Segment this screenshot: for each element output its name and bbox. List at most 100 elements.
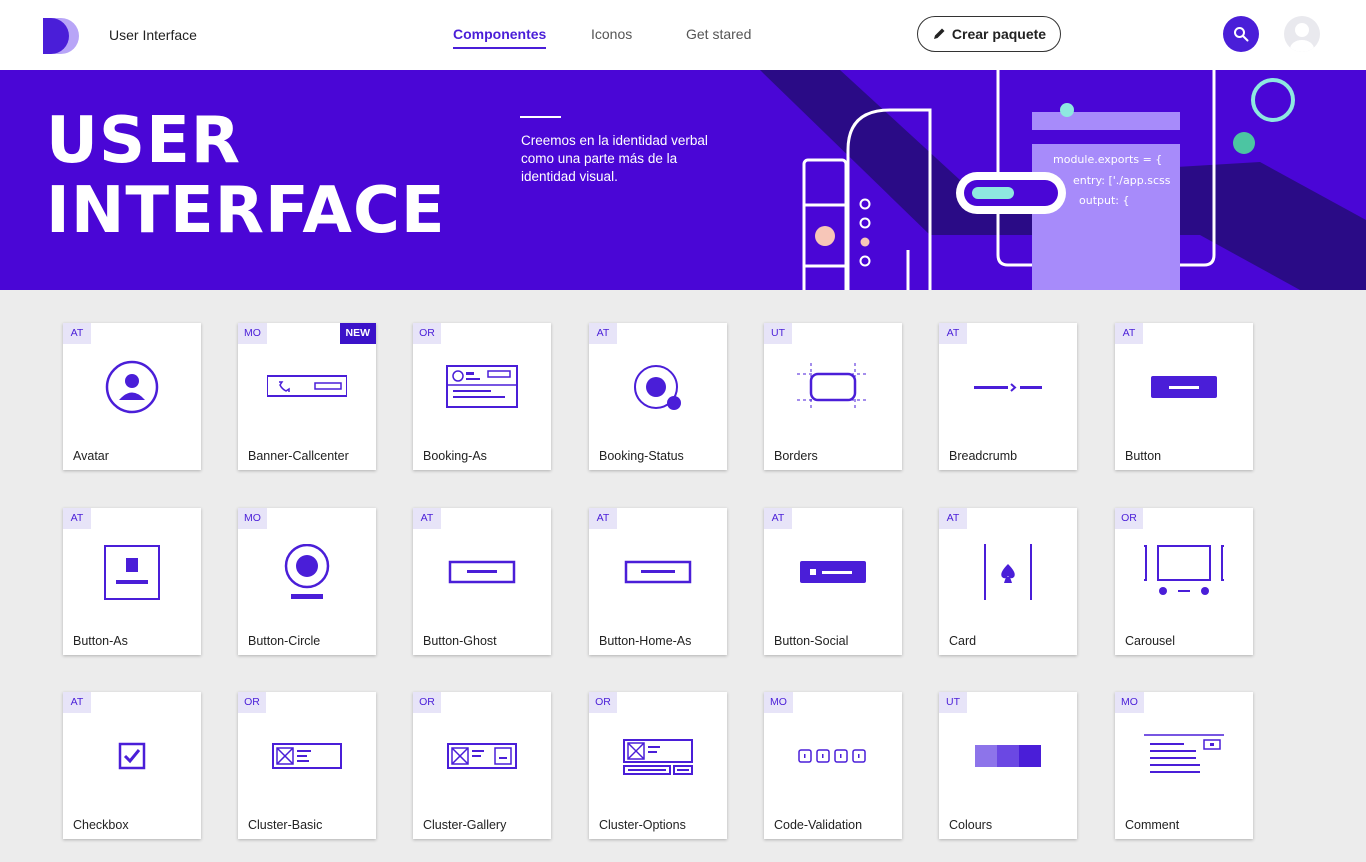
component-name: Cluster-Basic (248, 818, 323, 832)
cluster-gallery-icon (447, 743, 517, 769)
card-icon (984, 544, 1032, 600)
component-card-button[interactable]: AT Button (1115, 323, 1253, 470)
component-name: Cluster-Options (599, 818, 686, 832)
category-tag: AT (413, 508, 441, 529)
breadcrumb-icon (974, 383, 1042, 392)
component-name: Avatar (73, 449, 109, 463)
category-tag: OR (589, 692, 617, 713)
component-name: Card (949, 634, 977, 648)
borders-icon (797, 363, 869, 411)
nav-tab-label: Componentes (453, 26, 547, 42)
component-card-borders[interactable]: UT Borders (764, 323, 902, 470)
button-social-icon (800, 561, 866, 583)
category-tag: AT (63, 508, 91, 529)
component-card-comment[interactable]: MO Comment (1115, 692, 1253, 839)
category-tag: UT (939, 692, 967, 713)
app-title: User Interface (109, 27, 197, 43)
category-tag: MO (1115, 692, 1144, 713)
category-tag: AT (589, 323, 617, 344)
component-name: Button (1125, 449, 1162, 463)
component-name: Button-Circle (248, 634, 321, 648)
booking-status-icon (634, 365, 681, 410)
cluster-options-icon (623, 739, 693, 775)
category-tag: MO (238, 323, 267, 344)
component-card-colours[interactable]: UT Colours (939, 692, 1077, 839)
button-home-as-icon (624, 560, 692, 584)
create-package-button[interactable]: Crear paquete (917, 16, 1061, 52)
component-card-button-ghost[interactable]: AT Button-Ghost (413, 508, 551, 655)
avatar-icon (105, 360, 159, 414)
component-name: Button-Ghost (423, 634, 497, 648)
component-card-button-as[interactable]: AT Button-As (63, 508, 201, 655)
category-tag: OR (413, 692, 441, 713)
component-name: Colours (949, 818, 993, 832)
category-tag: UT (764, 323, 792, 344)
component-card-cluster-options[interactable]: OR Cluster-Options (589, 692, 727, 839)
category-tag: AT (1115, 323, 1143, 344)
nav-tab-iconos[interactable]: Iconos (591, 26, 632, 42)
carousel-icon (1144, 545, 1224, 595)
component-card-avatar[interactable]: AT Avatar (63, 323, 201, 470)
nav-tab-componentes[interactable]: Componentes (453, 26, 547, 49)
category-tag: MO (764, 692, 793, 713)
component-card-code-validation[interactable]: MO Code-Validation (764, 692, 902, 839)
component-card-carousel[interactable]: OR Carousel (1115, 508, 1253, 655)
category-tag: OR (413, 323, 441, 344)
component-name: Booking-As (423, 449, 487, 463)
component-card-card[interactable]: AT Card (939, 508, 1077, 655)
search-button[interactable] (1223, 16, 1259, 52)
category-tag: AT (939, 508, 967, 529)
hero-title-line: INTERFACE (46, 174, 446, 248)
booking-as-icon (446, 365, 518, 408)
pencil-icon (933, 28, 945, 39)
banner-callcenter-icon (267, 375, 347, 397)
component-name: Button-As (73, 634, 128, 648)
checkbox-icon (118, 742, 146, 770)
hero-divider (520, 116, 561, 118)
user-avatar[interactable] (1284, 16, 1320, 52)
component-card-button-home-as[interactable]: AT Button-Home-As (589, 508, 727, 655)
component-card-button-social[interactable]: AT Button-Social (764, 508, 902, 655)
comment-icon (1144, 734, 1224, 773)
cluster-basic-icon (272, 743, 342, 769)
category-tag: AT (63, 323, 91, 344)
category-tag: AT (764, 508, 792, 529)
button-circle-icon (284, 544, 330, 599)
component-card-banner-callcenter[interactable]: MO NEW Banner-Callcenter (238, 323, 376, 470)
component-card-booking-status[interactable]: AT Booking-Status (589, 323, 727, 470)
nav-tab-get-started[interactable]: Get stared (686, 26, 751, 42)
hero-title: USER INTERFACE (46, 106, 446, 246)
button-icon (1151, 376, 1217, 398)
category-tag: AT (589, 508, 617, 529)
component-card-cluster-gallery[interactable]: OR Cluster-Gallery (413, 692, 551, 839)
hero-banner: module.exports = { entry: ['./app.scss o… (0, 70, 1366, 290)
component-name: Borders (774, 449, 818, 463)
hero-description: Creemos en la identidad verbal como una … (521, 133, 708, 184)
category-tag: AT (939, 323, 967, 344)
create-package-label: Crear paquete (951, 26, 1047, 42)
component-name: Banner-Callcenter (248, 449, 349, 463)
button-as-icon (104, 545, 160, 600)
component-card-button-circle[interactable]: MO Button-Circle (238, 508, 376, 655)
category-tag: OR (238, 692, 266, 713)
search-icon (1234, 27, 1249, 42)
component-card-breadcrumb[interactable]: AT Breadcrumb (939, 323, 1077, 470)
user-avatar-icon (1290, 23, 1314, 52)
colours-icon (975, 745, 1041, 767)
component-name: Button-Home-As (599, 634, 692, 648)
button-ghost-icon (448, 560, 516, 584)
component-name: Booking-Status (599, 449, 684, 463)
hero-title-line: USER (46, 104, 242, 178)
component-name: Button-Social (774, 634, 849, 648)
code-line: entry: ['./app.scss (1073, 174, 1171, 187)
component-card-booking-as[interactable]: OR Booking-As (413, 323, 551, 470)
component-name: Checkbox (73, 818, 129, 832)
category-tag: OR (1115, 508, 1143, 529)
component-card-checkbox[interactable]: AT Checkbox (63, 692, 201, 839)
category-tag: MO (238, 508, 267, 529)
component-card-cluster-basic[interactable]: OR Cluster-Basic (238, 692, 376, 839)
code-line: module.exports = { (1053, 153, 1163, 166)
logo-icon[interactable] (42, 17, 80, 55)
code-line: output: { (1079, 194, 1130, 207)
component-name: Comment (1125, 818, 1180, 832)
